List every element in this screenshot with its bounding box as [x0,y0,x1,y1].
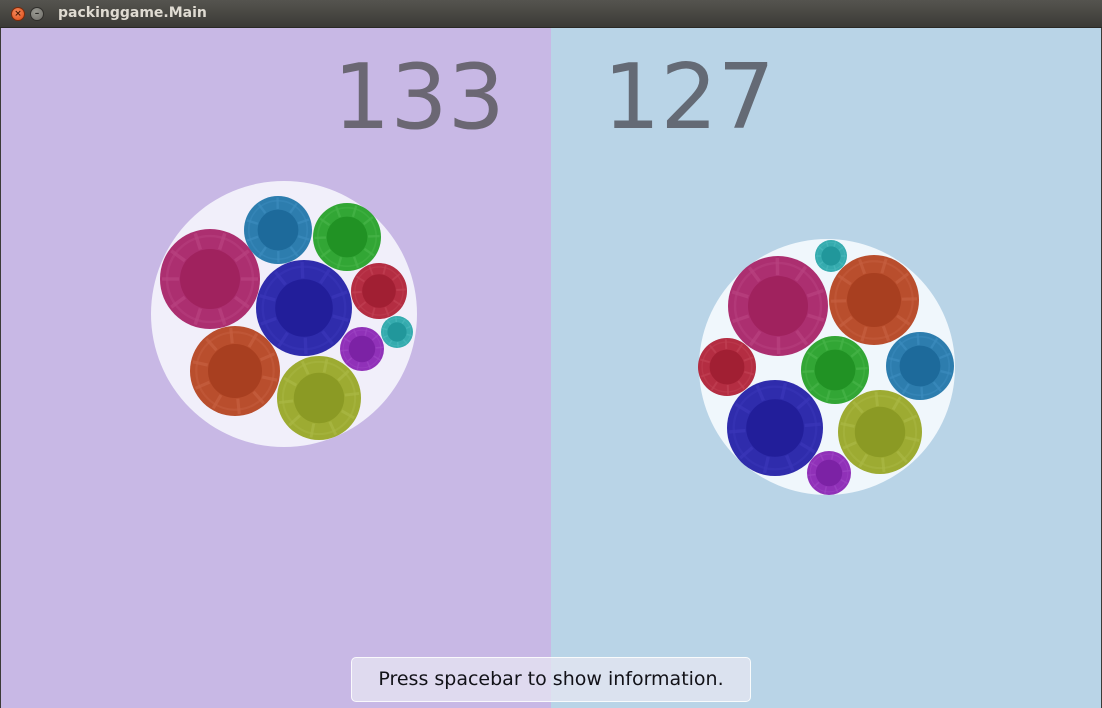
left-disc-indigo[interactable] [256,260,352,356]
right-disc-teal[interactable] [815,240,847,272]
right-disc-crimson[interactable] [698,338,756,396]
left-disc-olive[interactable] [277,356,361,440]
left-score: 133 [333,45,505,150]
game-board[interactable]: 133 127 [1,28,1101,708]
title-bar: × – packinggame.Main [0,0,1102,28]
minimize-icon[interactable]: – [30,7,44,21]
left-disc-green[interactable] [313,203,381,271]
right-disc-orange-red[interactable] [829,255,919,345]
left-disc-orange-red[interactable] [190,326,280,416]
right-disc-purple[interactable] [807,451,851,495]
right-disc-blue[interactable] [886,332,954,400]
app-window: × – packinggame.Main 133 127 Press space… [0,0,1102,708]
right-disc-indigo[interactable] [727,380,823,476]
game-area[interactable]: 133 127 [1,28,1101,708]
right-disc-magenta[interactable] [728,256,828,356]
right-score: 127 [603,45,775,150]
left-disc-blue[interactable] [244,196,312,264]
window-title: packinggame.Main [58,5,207,21]
left-disc-magenta[interactable] [160,229,260,329]
right-disc-green[interactable] [801,336,869,404]
left-disc-teal[interactable] [381,316,413,348]
left-disc-crimson[interactable] [351,263,407,319]
left-disc-purple[interactable] [340,327,384,371]
right-disc-olive[interactable] [838,390,922,474]
close-icon[interactable]: × [11,7,25,21]
info-hint: Press spacebar to show information. [351,657,751,702]
